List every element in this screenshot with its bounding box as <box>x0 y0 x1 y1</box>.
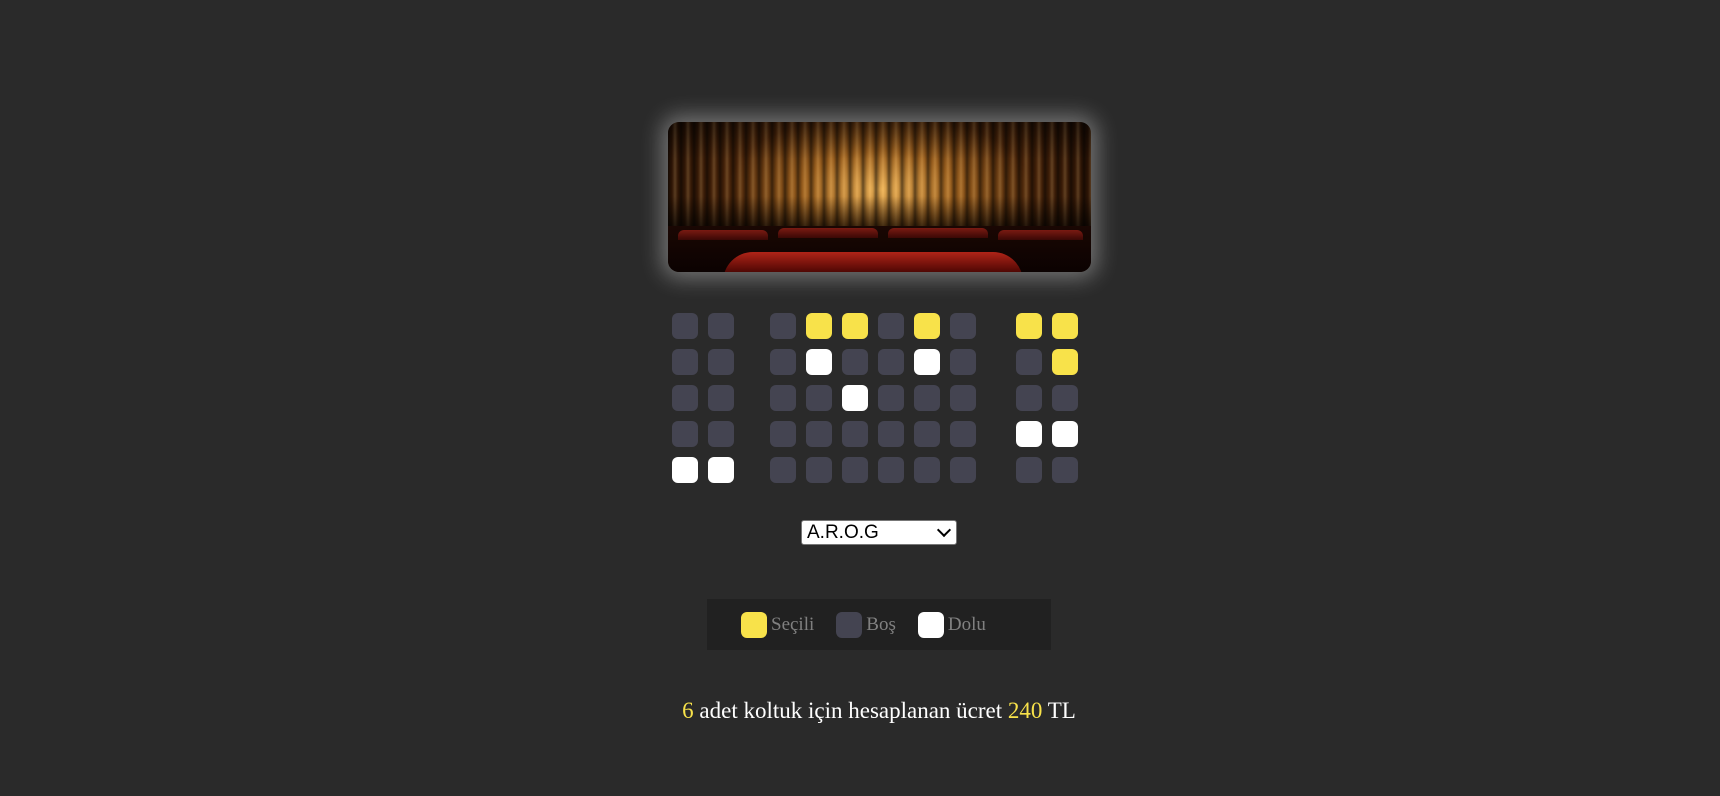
seat-empty[interactable] <box>708 385 734 411</box>
seat-selected[interactable] <box>842 313 868 339</box>
seat-row <box>672 385 1088 411</box>
currency-label: TL <box>1042 698 1076 723</box>
seat-empty[interactable] <box>770 385 796 411</box>
seat-empty[interactable] <box>708 421 734 447</box>
seat-empty[interactable] <box>708 349 734 375</box>
seat-full <box>708 457 734 483</box>
hall-row <box>778 228 878 238</box>
seat-empty[interactable] <box>842 421 868 447</box>
legend-empty-label: Boş <box>866 613 896 635</box>
seat-selected[interactable] <box>1052 313 1078 339</box>
seat-empty[interactable] <box>950 349 976 375</box>
seat-full <box>672 457 698 483</box>
seat-empty[interactable] <box>1052 457 1078 483</box>
selected-seat-count: 6 <box>682 698 694 723</box>
seat-empty[interactable] <box>1016 385 1042 411</box>
seat-selected-swatch <box>741 611 767 638</box>
seat-row <box>672 349 1088 375</box>
seat-empty[interactable] <box>672 349 698 375</box>
seat-empty[interactable] <box>950 457 976 483</box>
movie-select[interactable]: A.R.O.G <box>801 520 957 545</box>
seat-empty[interactable] <box>950 385 976 411</box>
legend-full-label: Dolu <box>947 613 986 635</box>
seat-empty[interactable] <box>878 349 904 375</box>
legend-selected: Seçili <box>741 611 815 638</box>
seat-empty[interactable] <box>806 421 832 447</box>
seat-full <box>842 385 868 411</box>
seat-selected[interactable] <box>914 313 940 339</box>
seat-full <box>914 349 940 375</box>
seat-empty[interactable] <box>878 457 904 483</box>
seat-empty[interactable] <box>842 349 868 375</box>
hall-row <box>888 228 988 238</box>
theater-seats-image <box>668 226 1091 272</box>
seat-empty[interactable] <box>770 349 796 375</box>
seat-empty[interactable] <box>878 421 904 447</box>
cinema-screen-image <box>668 122 1091 272</box>
seat-empty[interactable] <box>672 385 698 411</box>
summary-text: adet koltuk için hesaplanan ücret <box>693 698 1008 723</box>
hall-row <box>998 230 1083 240</box>
seat-selected[interactable] <box>1052 349 1078 375</box>
seat-full <box>1052 421 1078 447</box>
seat-empty[interactable] <box>806 385 832 411</box>
seat-empty[interactable] <box>770 421 796 447</box>
seat-selected[interactable] <box>1016 313 1042 339</box>
seat-empty[interactable] <box>672 421 698 447</box>
seat-empty[interactable] <box>914 457 940 483</box>
chevron-down-icon <box>936 522 952 538</box>
seat-empty[interactable] <box>914 385 940 411</box>
curtain-shade <box>668 122 1091 228</box>
seat-empty[interactable] <box>914 421 940 447</box>
seat-row <box>672 313 1088 339</box>
seat-empty-swatch <box>836 611 863 638</box>
seat-empty[interactable] <box>708 313 734 339</box>
seat-row <box>672 421 1088 447</box>
seat-empty[interactable] <box>878 385 904 411</box>
seat-full-swatch <box>917 611 944 638</box>
total-price: 240 <box>1007 698 1043 723</box>
seat-empty[interactable] <box>878 313 904 339</box>
hall-front-row <box>723 252 1023 272</box>
seat-selected[interactable] <box>806 313 832 339</box>
movie-select-value: A.R.O.G <box>807 522 879 543</box>
seat-empty[interactable] <box>1052 385 1078 411</box>
hall-row <box>678 230 768 240</box>
seat-full <box>1016 421 1042 447</box>
legend-selected-label: Seçili <box>771 613 815 635</box>
seat-row <box>672 457 1088 483</box>
seat-empty[interactable] <box>1016 457 1042 483</box>
seat-empty[interactable] <box>770 457 796 483</box>
seat-map <box>672 313 1088 493</box>
seat-empty[interactable] <box>806 457 832 483</box>
seat-empty[interactable] <box>1016 349 1042 375</box>
seat-empty[interactable] <box>950 313 976 339</box>
seat-empty[interactable] <box>770 313 796 339</box>
legend-empty: Boş <box>836 611 896 638</box>
page: A.R.O.G Seçili Boş Dolu 6 adet koltuk iç… <box>0 0 1720 796</box>
seat-empty[interactable] <box>842 457 868 483</box>
price-summary: 6 adet koltuk için hesaplanan ücret 240 … <box>0 698 1720 724</box>
seat-legend: Seçili Boş Dolu <box>707 599 1051 650</box>
seat-empty[interactable] <box>672 313 698 339</box>
seat-full <box>806 349 832 375</box>
legend-full: Dolu <box>917 611 986 638</box>
seat-empty[interactable] <box>950 421 976 447</box>
